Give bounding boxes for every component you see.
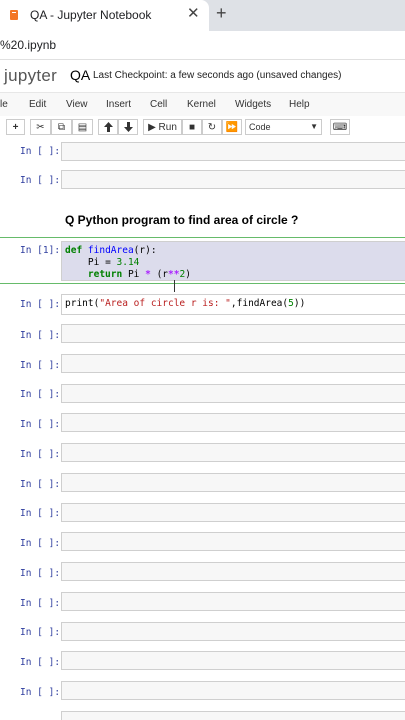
tab-title: QA - Jupyter Notebook: [30, 8, 152, 22]
insert-cell-button[interactable]: +: [6, 119, 25, 135]
cell-prompt: In [1]:: [20, 245, 61, 256]
cell-prompt: In [ ]:: [20, 479, 61, 490]
code-cell-input[interactable]: [61, 592, 405, 611]
restart-run-all-button[interactable]: ⏩: [222, 119, 242, 135]
code-cell-input[interactable]: [61, 503, 405, 522]
notebook-toolbar: + ✂ ⧉ ▤ ▶ Run ■ ↻ ⏩ Code ▼ ⌨: [0, 116, 405, 140]
text-cursor-icon: [174, 280, 175, 292]
cell-prompt: In [ ]:: [20, 449, 61, 460]
checkpoint-status: Last Checkpoint: a few seconds ago (unsa…: [93, 70, 342, 81]
arrow-up-icon: [103, 122, 113, 132]
plus-icon: +: [12, 121, 19, 133]
code-print-line: print("Area of circle r is: ",findArea(5…: [65, 298, 306, 309]
code-cell-input[interactable]: [61, 413, 405, 432]
keyboard-icon: ⌨: [332, 121, 348, 133]
cell-prompt: In [ ]:: [20, 627, 61, 638]
menu-cell[interactable]: Cell: [150, 99, 167, 110]
move-up-button[interactable]: [98, 119, 118, 135]
address-bar[interactable]: %20.ipynb: [0, 31, 405, 60]
cell-prompt: In [ ]:: [20, 538, 61, 549]
browser-tab[interactable]: QA - Jupyter Notebook ✕: [0, 0, 209, 31]
code-cell-input[interactable]: [61, 622, 405, 641]
notebook-tab-icon: [10, 10, 18, 20]
code-cell-input[interactable]: [61, 443, 405, 462]
new-tab-button[interactable]: +: [216, 4, 227, 22]
notebook-name[interactable]: QA: [70, 67, 90, 83]
notebook-area: In [ ]: In [ ]: Q Python program to find…: [0, 141, 405, 720]
cell-prompt: In [ ]:: [20, 360, 61, 371]
code-cell-input-partial[interactable]: [61, 711, 405, 720]
browser-tab-bar: QA - Jupyter Notebook ✕ +: [0, 0, 405, 31]
markdown-heading[interactable]: Q Python program to find area of circle …: [65, 213, 298, 227]
code-line-3: return Pi * (r**2): [87, 269, 191, 280]
run-label: ▶ Run: [148, 121, 177, 133]
fast-forward-icon: ⏩: [225, 121, 239, 133]
cell-prompt: In [ ]:: [20, 568, 61, 579]
cut-button[interactable]: ✂: [30, 119, 51, 135]
code-cell-input[interactable]: [61, 384, 405, 403]
move-down-button[interactable]: [118, 119, 138, 135]
url-text: %20.ipynb: [0, 38, 57, 52]
cell-prompt: In [ ]:: [20, 687, 61, 698]
code-cell-input[interactable]: [61, 532, 405, 551]
cell-prompt: In [ ]:: [20, 330, 61, 341]
code-line-2: Pi = 3.14: [87, 257, 140, 268]
menu-insert[interactable]: Insert: [106, 99, 131, 110]
restart-icon: ↻: [207, 121, 217, 133]
code-cell-input[interactable]: [61, 354, 405, 373]
cell-prompt: In [ ]:: [20, 657, 61, 668]
code-cell-input[interactable]: [61, 681, 405, 700]
stop-icon: ■: [188, 121, 196, 133]
paste-button[interactable]: ▤: [72, 119, 93, 135]
code-cell-input[interactable]: [61, 562, 405, 581]
cell-prompt: In [ ]:: [20, 508, 61, 519]
menu-bar: le Edit View Insert Cell Kernel Widgets …: [0, 92, 405, 117]
menu-edit[interactable]: Edit: [29, 99, 46, 110]
menu-view[interactable]: View: [66, 99, 88, 110]
cell-type-value: Code: [249, 122, 271, 132]
code-cell-input[interactable]: [61, 651, 405, 670]
cell-prompt: In [ ]:: [20, 389, 61, 400]
chevron-down-icon: ▼: [310, 122, 318, 131]
menu-file[interactable]: le: [0, 99, 8, 110]
restart-button[interactable]: ↻: [202, 119, 222, 135]
code-cell-input[interactable]: [61, 170, 405, 189]
cell-type-select[interactable]: Code ▼: [245, 119, 322, 135]
cell-prompt: In [ ]:: [20, 419, 61, 430]
run-button[interactable]: ▶ Run: [143, 119, 182, 135]
paste-icon: ▤: [77, 121, 88, 133]
menu-widgets[interactable]: Widgets: [235, 99, 271, 110]
cell-prompt: In [ ]:: [20, 299, 61, 310]
copy-icon: ⧉: [57, 121, 66, 133]
interrupt-button[interactable]: ■: [182, 119, 202, 135]
menu-kernel[interactable]: Kernel: [187, 99, 216, 110]
cell-prompt: In [ ]:: [20, 175, 61, 186]
code-cell-input[interactable]: [61, 324, 405, 343]
code-cell-input[interactable]: [61, 473, 405, 492]
menu-help[interactable]: Help: [289, 99, 310, 110]
cell-prompt: In [ ]:: [20, 598, 61, 609]
jupyter-header: jupyter QA Last Checkpoint: a few second…: [0, 60, 405, 91]
code-cell-input[interactable]: [61, 142, 405, 161]
copy-button[interactable]: ⧉: [51, 119, 72, 135]
scissors-icon: ✂: [36, 121, 45, 133]
cell-prompt: In [ ]:: [20, 146, 61, 157]
command-palette-button[interactable]: ⌨: [330, 119, 350, 135]
jupyter-logo[interactable]: jupyter: [4, 66, 57, 86]
tab-close-icon[interactable]: ✕: [187, 6, 200, 21]
arrow-down-icon: [123, 122, 133, 132]
code-line-1: def findArea(r):: [65, 245, 157, 256]
